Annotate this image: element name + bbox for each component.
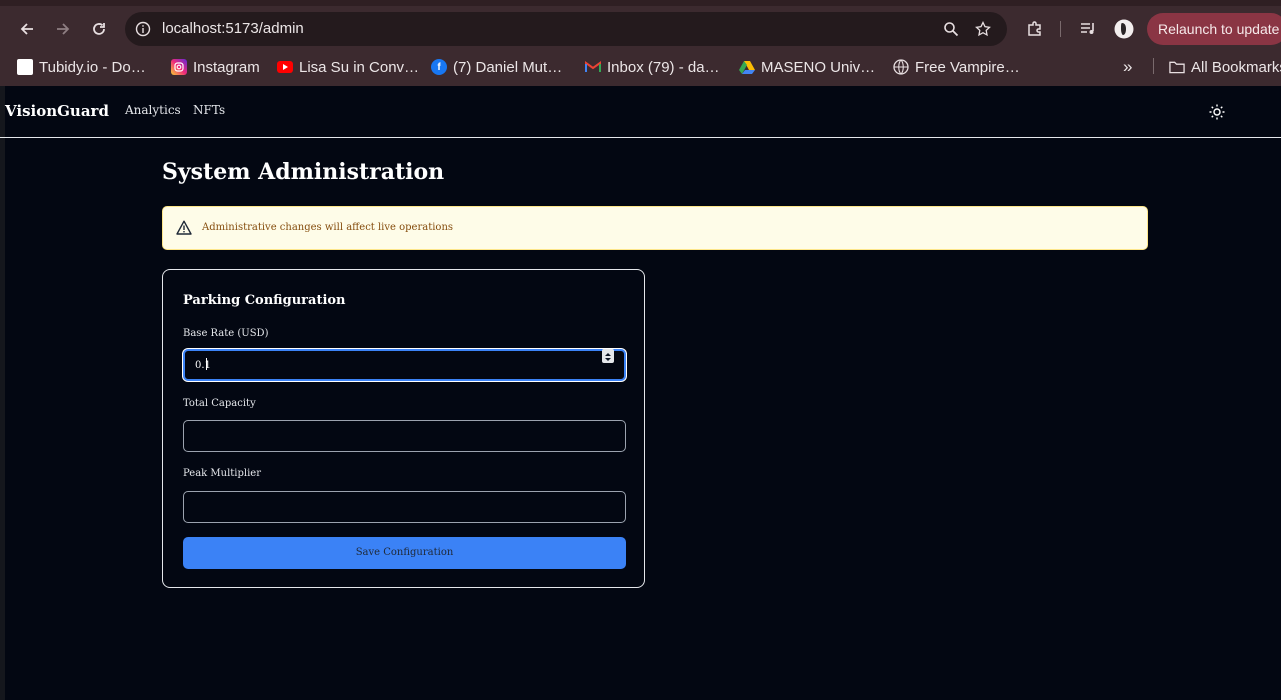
parking-config-card: Parking Configuration Base Rate (USD) To… bbox=[162, 269, 645, 588]
arrow-right-icon bbox=[57, 23, 70, 35]
card-title: Parking Configuration bbox=[183, 293, 346, 308]
sun-icon bbox=[1209, 104, 1225, 120]
bookmark-vampire[interactable]: Free Vampire… bbox=[893, 56, 1020, 78]
youtube-icon bbox=[277, 61, 293, 73]
bookmarks-bar: Tubidy.io - Do… Instagram Lisa Su in Con… bbox=[0, 52, 1281, 80]
reload-button[interactable] bbox=[84, 14, 114, 44]
back-button[interactable] bbox=[12, 14, 42, 44]
instagram-icon bbox=[171, 59, 187, 75]
brand-logo[interactable]: VisionGuard bbox=[5, 102, 109, 120]
number-spinner-icon[interactable] bbox=[602, 349, 614, 363]
bookmark-label: Lisa Su in Conv… bbox=[299, 58, 420, 76]
theme-toggle-button[interactable] bbox=[1208, 103, 1226, 121]
bookmark-label: All Bookmarks bbox=[1191, 58, 1281, 76]
avatar-icon bbox=[1114, 19, 1134, 39]
peak-multiplier-label: Peak Multiplier bbox=[183, 468, 261, 479]
reload-icon bbox=[93, 23, 105, 35]
profile-avatar[interactable] bbox=[1109, 14, 1139, 44]
page-viewport: VisionGuard Analytics NFTs System Admini… bbox=[0, 86, 1281, 700]
base-rate-label: Base Rate (USD) bbox=[183, 328, 269, 339]
page-title: System Administration bbox=[162, 159, 445, 185]
toolbar-divider bbox=[1060, 21, 1061, 37]
extensions-button[interactable] bbox=[1020, 14, 1050, 44]
facebook-icon: f bbox=[431, 59, 447, 75]
zoom-icon[interactable] bbox=[943, 21, 959, 41]
bookmark-instagram[interactable]: Instagram bbox=[171, 56, 260, 78]
bookmark-label: Inbox (79) - da… bbox=[607, 58, 720, 76]
bookmark-facebook[interactable]: f (7) Daniel Mut… bbox=[431, 56, 562, 78]
site-info-icon[interactable] bbox=[135, 21, 151, 41]
warning-alert: Administrative changes will affect live … bbox=[162, 206, 1148, 250]
window-edge bbox=[0, 86, 5, 700]
all-bookmarks-folder[interactable]: All Bookmarks bbox=[1169, 56, 1281, 78]
nav-link-nfts[interactable]: NFTs bbox=[193, 103, 225, 117]
puzzle-icon bbox=[1028, 21, 1041, 36]
capacity-label: Total Capacity bbox=[183, 398, 256, 409]
chevron-double-right-icon: » bbox=[1123, 57, 1133, 76]
bookmark-tubidy[interactable]: Tubidy.io - Do… bbox=[17, 56, 146, 78]
page-icon bbox=[17, 59, 33, 75]
globe-icon bbox=[893, 59, 909, 75]
media-controls-button[interactable] bbox=[1073, 14, 1103, 44]
base-rate-input[interactable] bbox=[183, 349, 626, 381]
alert-message: Administrative changes will affect live … bbox=[202, 222, 454, 233]
bookmark-label: Instagram bbox=[193, 58, 260, 76]
bookmark-star-icon[interactable] bbox=[975, 20, 991, 41]
bookmark-maseno[interactable]: MASENO Univ… bbox=[739, 56, 875, 78]
folder-icon bbox=[1169, 59, 1185, 75]
bookmark-label: Free Vampire… bbox=[915, 58, 1020, 76]
app-navbar: VisionGuard Analytics NFTs bbox=[0, 86, 1281, 138]
relaunch-button[interactable]: Relaunch to update bbox=[1147, 13, 1281, 45]
text-cursor bbox=[206, 358, 207, 370]
bookmark-label: Tubidy.io - Do… bbox=[39, 58, 146, 76]
bookmark-label: MASENO Univ… bbox=[761, 58, 876, 76]
playlist-icon bbox=[1081, 23, 1094, 34]
bookmark-youtube[interactable]: Lisa Su in Conv… bbox=[277, 56, 419, 78]
peak-multiplier-input[interactable] bbox=[183, 491, 626, 523]
warning-triangle-icon bbox=[176, 220, 192, 239]
bookmarks-divider bbox=[1153, 58, 1154, 74]
arrow-left-icon bbox=[20, 23, 33, 35]
nav-link-analytics[interactable]: Analytics bbox=[125, 103, 181, 117]
browser-toolbar: localhost:5173/admin Relaunch to update … bbox=[0, 0, 1281, 86]
drive-icon bbox=[739, 59, 755, 75]
bookmark-gmail[interactable]: Inbox (79) - da… bbox=[585, 56, 720, 78]
forward-button[interactable] bbox=[48, 14, 78, 44]
capacity-input[interactable] bbox=[183, 420, 626, 452]
save-configuration-button[interactable]: Save Configuration bbox=[183, 537, 626, 569]
bookmark-label: (7) Daniel Mut… bbox=[453, 58, 563, 76]
gmail-icon bbox=[585, 59, 601, 75]
address-bar[interactable]: localhost:5173/admin bbox=[125, 12, 1007, 46]
url-text[interactable]: localhost:5173/admin bbox=[162, 20, 304, 37]
tab-strip bbox=[0, 0, 1281, 6]
bookmarks-overflow-button[interactable]: » bbox=[1123, 56, 1132, 78]
